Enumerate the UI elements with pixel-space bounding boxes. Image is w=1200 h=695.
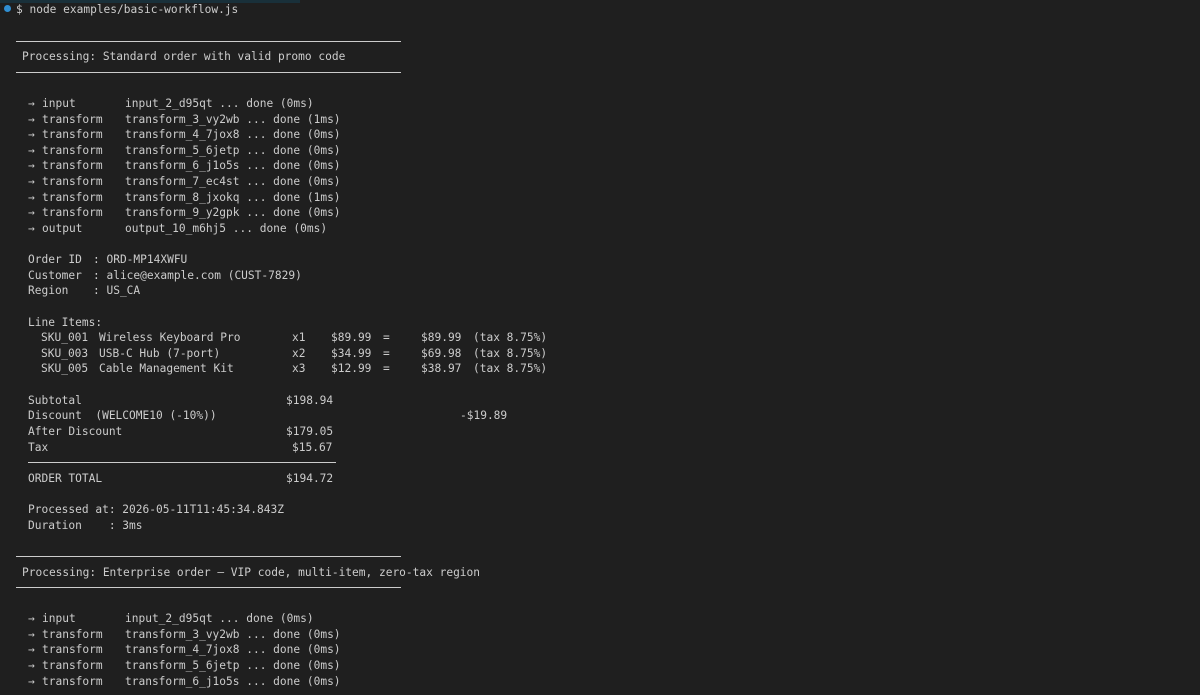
item-sku: SKU_005 bbox=[41, 362, 89, 375]
item-name: Cable Management Kit bbox=[99, 362, 234, 375]
item-price: $12.99 bbox=[331, 362, 372, 375]
item-total: $38.97 bbox=[421, 362, 462, 375]
step-kind: input bbox=[42, 612, 76, 625]
step-text: output_10_m6hj5 ... done (0ms) bbox=[125, 222, 328, 235]
item-total: $89.99 bbox=[421, 331, 462, 344]
terminal-window[interactable]: $ node examples/basic-workflow.js Proces… bbox=[0, 0, 1200, 695]
item-sku: SKU_001 bbox=[41, 331, 89, 344]
item-eq: = bbox=[383, 362, 390, 375]
step-arrow: → bbox=[28, 159, 35, 172]
step-kind: transform bbox=[42, 159, 103, 172]
step-text: transform_5_6jetp ... done (0ms) bbox=[125, 144, 341, 157]
step-arrow: → bbox=[28, 643, 35, 656]
tax-label: Tax bbox=[28, 441, 49, 454]
item-tax: (tax 8.75%) bbox=[473, 362, 548, 375]
tax-value: $15.67 bbox=[292, 441, 333, 454]
totals-rule bbox=[28, 462, 336, 463]
order-total-label: ORDER TOTAL bbox=[28, 472, 103, 485]
step-kind: input bbox=[42, 97, 76, 110]
step-text: transform_3_vy2wb ... done (1ms) bbox=[125, 113, 341, 126]
step-text: input_2_d95qt ... done (0ms) bbox=[125, 612, 314, 625]
step-text: transform_6_j1o5s ... done (0ms) bbox=[125, 159, 341, 172]
step-kind: transform bbox=[42, 144, 103, 157]
step-text: transform_3_vy2wb ... done (0ms) bbox=[125, 628, 341, 641]
discount-value: -$19.89 bbox=[460, 409, 508, 422]
step-arrow: → bbox=[28, 222, 35, 235]
item-total: $69.98 bbox=[421, 347, 462, 360]
duration: Duration : 3ms bbox=[28, 519, 143, 532]
step-kind: transform bbox=[42, 675, 103, 688]
step-text: input_2_d95qt ... done (0ms) bbox=[125, 97, 314, 110]
step-arrow: → bbox=[28, 175, 35, 188]
step-arrow: → bbox=[28, 128, 35, 141]
step-arrow: → bbox=[28, 206, 35, 219]
step-arrow: → bbox=[28, 675, 35, 688]
step-arrow: → bbox=[28, 612, 35, 625]
header-rule bbox=[16, 72, 401, 73]
subtotal-label: Subtotal bbox=[28, 394, 82, 407]
step-arrow: → bbox=[28, 113, 35, 126]
block-title: Processing: Enterprise order — VIP code,… bbox=[22, 566, 481, 579]
command-status-icon bbox=[4, 5, 11, 12]
item-eq: = bbox=[383, 331, 390, 344]
step-text: transform_4_7jox8 ... done (0ms) bbox=[125, 128, 341, 141]
meta-label: Customer bbox=[28, 269, 82, 282]
item-qty: x1 bbox=[292, 331, 306, 344]
discount-label: Discount (WELCOME10 (-10%)) bbox=[28, 409, 217, 422]
header-rule bbox=[16, 587, 401, 588]
step-kind: transform bbox=[42, 113, 103, 126]
step-arrow: → bbox=[28, 191, 35, 204]
step-text: transform_9_y2gpk ... done (0ms) bbox=[125, 206, 341, 219]
item-name: Wireless Keyboard Pro bbox=[99, 331, 241, 344]
subtotal-value: $198.94 bbox=[286, 394, 334, 407]
meta-label: Order ID bbox=[28, 253, 82, 266]
step-kind: transform bbox=[42, 628, 103, 641]
step-text: transform_7_ec4st ... done (0ms) bbox=[125, 175, 341, 188]
step-text: transform_6_j1o5s ... done (0ms) bbox=[125, 675, 341, 688]
item-qty: x3 bbox=[292, 362, 306, 375]
item-qty: x2 bbox=[292, 347, 306, 360]
step-kind: transform bbox=[42, 206, 103, 219]
line-items-heading: Line Items: bbox=[28, 316, 103, 329]
step-text: transform_5_6jetp ... done (0ms) bbox=[125, 659, 341, 672]
step-arrow: → bbox=[28, 144, 35, 157]
step-kind: output bbox=[42, 222, 83, 235]
processed-at: Processed at: 2026-05-11T11:45:34.843Z bbox=[28, 503, 284, 516]
item-price: $34.99 bbox=[331, 347, 372, 360]
command-line: $ node examples/basic-workflow.js bbox=[16, 3, 239, 16]
step-kind: transform bbox=[42, 128, 103, 141]
step-text: transform_4_7jox8 ... done (0ms) bbox=[125, 643, 341, 656]
step-kind: transform bbox=[42, 175, 103, 188]
item-price: $89.99 bbox=[331, 331, 372, 344]
block-title: Processing: Standard order with valid pr… bbox=[22, 50, 346, 63]
header-rule bbox=[16, 41, 401, 42]
header-rule bbox=[16, 556, 401, 557]
item-tax: (tax 8.75%) bbox=[473, 331, 548, 344]
after-discount-label: After Discount bbox=[28, 425, 123, 438]
step-arrow: → bbox=[28, 659, 35, 672]
step-arrow: → bbox=[28, 97, 35, 110]
item-sku: SKU_003 bbox=[41, 347, 89, 360]
step-kind: transform bbox=[42, 191, 103, 204]
meta-value: : alice@example.com (CUST-7829) bbox=[93, 269, 302, 282]
item-tax: (tax 8.75%) bbox=[473, 347, 548, 360]
step-kind: transform bbox=[42, 659, 103, 672]
step-text: transform_8_jxokq ... done (1ms) bbox=[125, 191, 341, 204]
item-eq: = bbox=[383, 347, 390, 360]
meta-value: : ORD-MP14XWFU bbox=[93, 253, 188, 266]
step-kind: transform bbox=[42, 643, 103, 656]
order-total-value: $194.72 bbox=[286, 472, 334, 485]
meta-label: Region bbox=[28, 284, 69, 297]
meta-value: : US_CA bbox=[93, 284, 141, 297]
step-arrow: → bbox=[28, 628, 35, 641]
after-discount-value: $179.05 bbox=[286, 425, 334, 438]
item-name: USB-C Hub (7-port) bbox=[99, 347, 221, 360]
